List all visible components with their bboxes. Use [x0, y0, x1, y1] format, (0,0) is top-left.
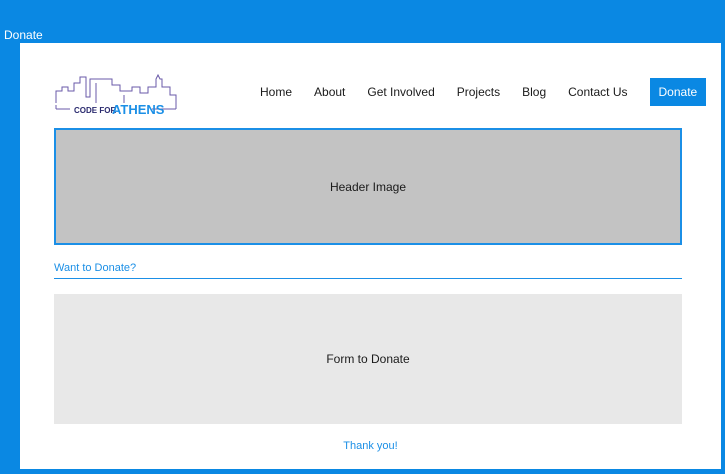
- section-divider: [54, 278, 682, 279]
- nav-blog[interactable]: Blog: [522, 85, 546, 99]
- main-nav: Home About Get Involved Projects Blog Co…: [260, 78, 707, 106]
- nav-contact-us[interactable]: Contact Us: [568, 85, 627, 99]
- thank-you-text: Thank you!: [343, 440, 398, 452]
- nav-projects[interactable]: Projects: [457, 85, 500, 99]
- code-for-athens-logo[interactable]: CODE FOR ATHENS: [52, 69, 178, 119]
- donate-form-label: Form to Donate: [326, 352, 410, 366]
- header-image-label: Header Image: [329, 179, 407, 194]
- logo-prefix-text: CODE FOR: [74, 106, 116, 115]
- nav-about[interactable]: About: [314, 85, 345, 99]
- donate-form-placeholder[interactable]: Form to Donate: [54, 294, 682, 424]
- header-image-placeholder: Header Image: [54, 128, 682, 245]
- nav-home[interactable]: Home: [260, 85, 292, 99]
- section-title: Want to Donate?: [54, 262, 137, 274]
- frame-title: Donate: [4, 28, 43, 42]
- page-canvas: CODE FOR ATHENS Home About Get Involved …: [20, 43, 721, 469]
- skyline-logo-icon: CODE FOR ATHENS: [55, 73, 177, 117]
- nav-get-involved[interactable]: Get Involved: [367, 85, 434, 99]
- donate-button[interactable]: Donate: [649, 78, 707, 106]
- logo-name-text: ATHENS: [112, 102, 165, 117]
- app-frame: Donate CODE FOR ATHENS Home About Get In: [0, 0, 725, 474]
